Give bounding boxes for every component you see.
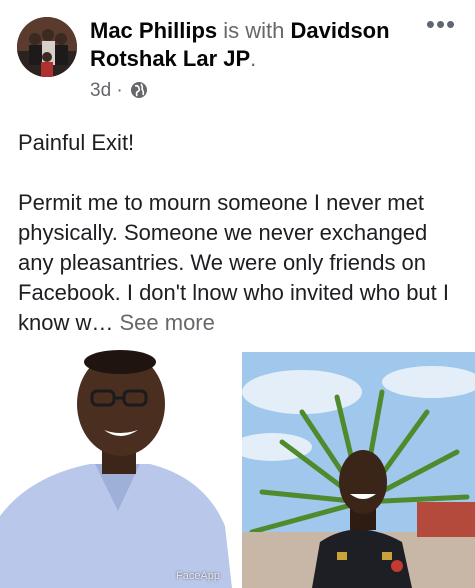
photo-man-in-shirt[interactable] [0, 346, 232, 588]
post-text: Painful Exit! Permit me to mourn someone… [18, 128, 463, 338]
photo-right-image [242, 352, 475, 588]
photo-officer-in-uniform[interactable] [242, 352, 475, 588]
photo-left-image [0, 346, 232, 588]
post-header: Mac Phillips is with Davidson Rotshak La… [0, 0, 475, 110]
with-text: is with [223, 18, 285, 43]
avatar-image [17, 17, 77, 77]
author-avatar[interactable] [17, 17, 77, 77]
post-headline: Painful Exit! [18, 130, 135, 155]
post-meta: 3d · [90, 80, 148, 105]
author-line: Mac Phillips is with Davidson Rotshak La… [90, 17, 420, 73]
globe-icon[interactable] [130, 81, 148, 105]
faceapp-watermark: FaceApp [176, 570, 221, 582]
see-more-link[interactable]: See more [119, 310, 214, 335]
post-time[interactable]: 3d [90, 80, 111, 101]
author-name[interactable]: Mac Phillips [90, 18, 217, 43]
more-options-icon: ••• [425, 9, 457, 39]
more-options-button[interactable]: ••• [424, 11, 458, 42]
meta-separator: · [116, 80, 123, 101]
post-body-content: Permit me to mourn someone I never met p… [18, 190, 450, 335]
post-body-text: Permit me to mourn someone I never met p… [18, 188, 463, 338]
period: . [250, 46, 257, 71]
